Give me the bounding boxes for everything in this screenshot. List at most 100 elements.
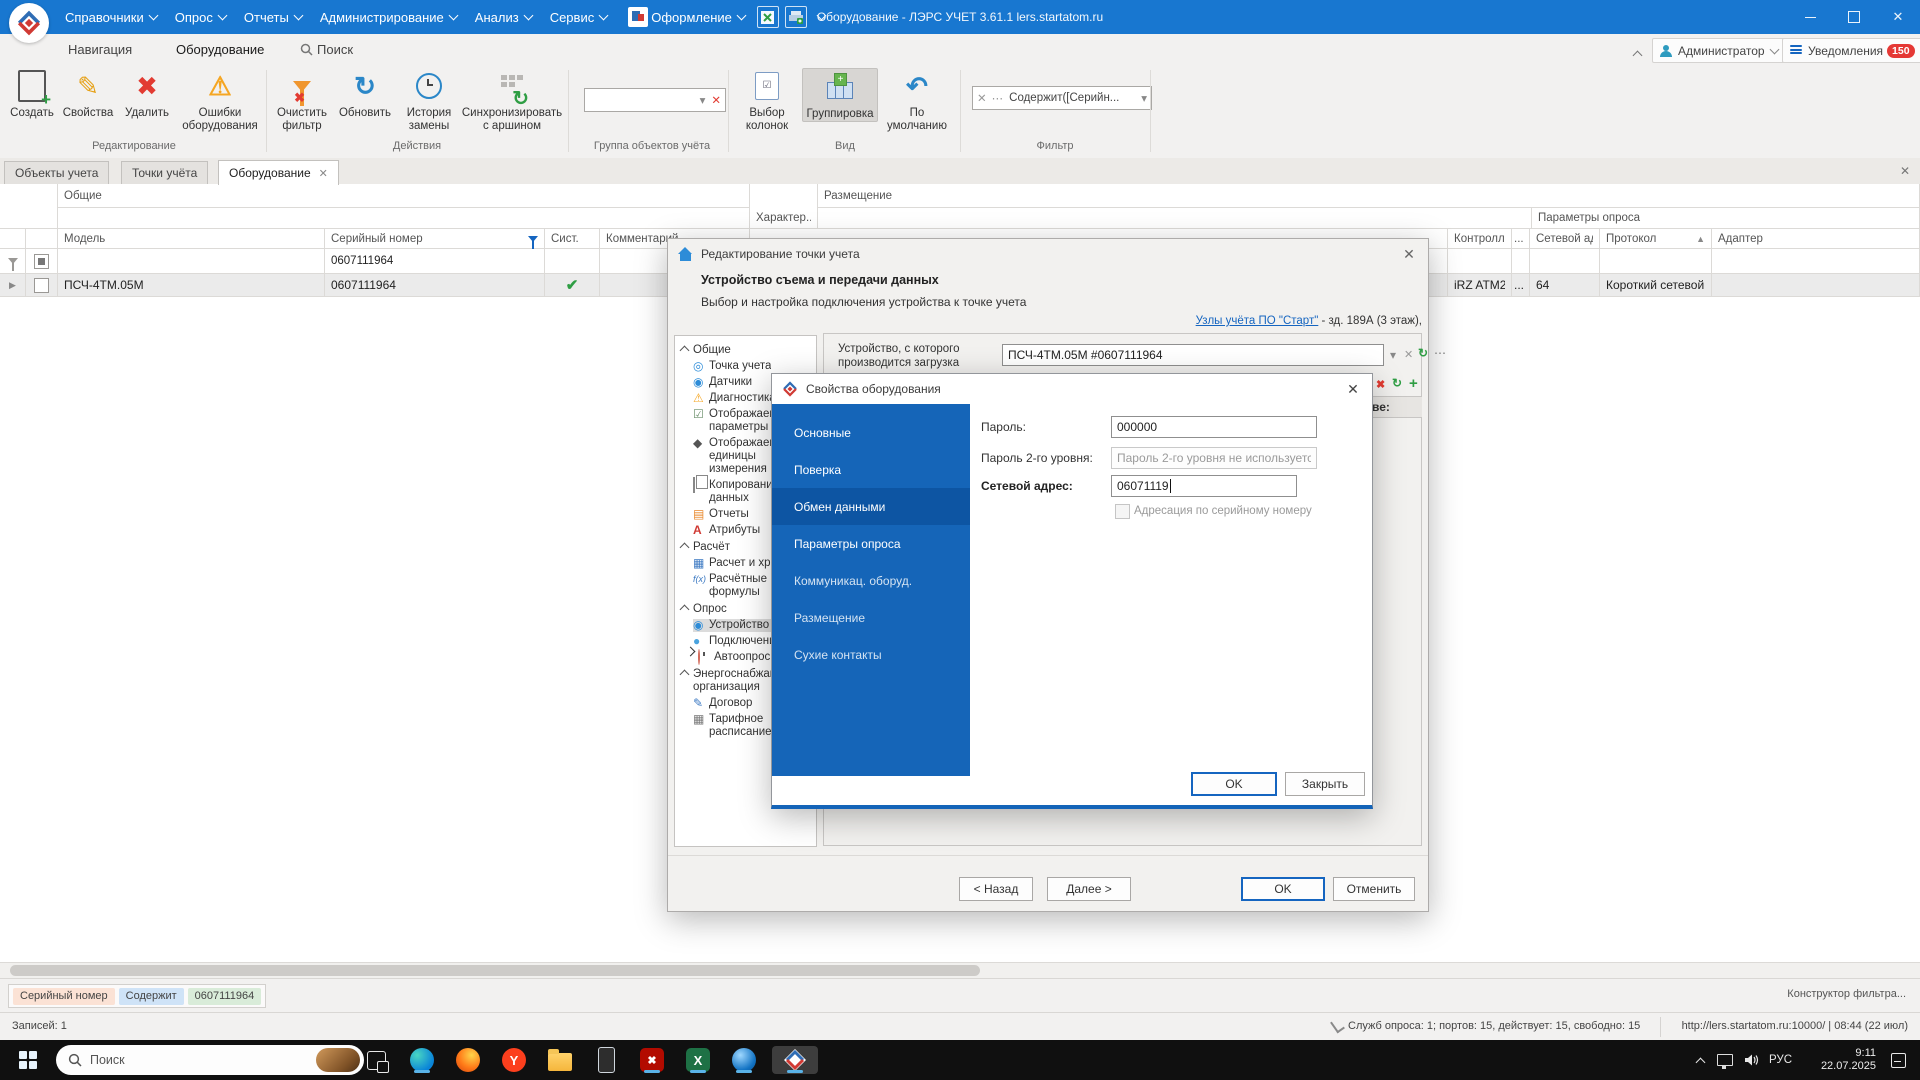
language-indicator[interactable]: РУС bbox=[1764, 1040, 1797, 1080]
header-adapter[interactable]: Адаптер bbox=[1712, 229, 1920, 249]
band-placement[interactable]: Размещение bbox=[818, 184, 1920, 208]
tab-navigation[interactable]: Навигация bbox=[64, 34, 136, 64]
browse-device-icon[interactable]: ⋯ bbox=[1434, 346, 1446, 360]
nav-item-data-exchange[interactable]: Обмен данными bbox=[772, 488, 970, 525]
menu-spravochniki[interactable]: Справочники bbox=[56, 0, 166, 34]
user-menu[interactable]: Администратор bbox=[1652, 38, 1786, 63]
start-button[interactable] bbox=[8, 1046, 48, 1074]
search-highlight-image[interactable] bbox=[316, 1048, 360, 1072]
nav-item-placement[interactable]: Размещение bbox=[772, 599, 970, 636]
password-field[interactable]: 000000 bbox=[1111, 416, 1317, 438]
refresh-icon[interactable]: ↻ bbox=[1392, 376, 1402, 390]
header-model[interactable]: Модель bbox=[58, 229, 325, 249]
nav-item-main[interactable]: Основные bbox=[772, 414, 970, 451]
network-tray-icon[interactable] bbox=[1712, 1040, 1738, 1080]
notifications-button[interactable]: Уведомления 150 bbox=[1782, 38, 1920, 63]
create-button[interactable]: + Создать bbox=[6, 68, 58, 120]
header-serial[interactable]: Серийный номер bbox=[325, 229, 545, 249]
menu-servis[interactable]: Сервис bbox=[541, 0, 617, 34]
filter-row-checkbox[interactable] bbox=[26, 249, 58, 274]
cell-dots[interactable]: ... bbox=[1512, 274, 1530, 297]
reload-device-icon[interactable]: ↻ bbox=[1418, 346, 1428, 360]
close-button[interactable]: ✕ bbox=[1876, 0, 1920, 34]
next-button[interactable]: Далее > bbox=[1047, 877, 1131, 901]
filter-cell-net-address[interactable] bbox=[1530, 249, 1600, 274]
filter-condition-combo[interactable]: ✕ ⋯ Содержит([Серийн... ▾ bbox=[972, 86, 1152, 110]
tree-item-point[interactable]: ◎ Точка учета bbox=[693, 360, 816, 373]
band-poll-params[interactable]: Параметры опроса bbox=[1532, 208, 1920, 229]
band-characteristics[interactable]: Характер... bbox=[750, 184, 818, 229]
nav-item-comm-equipment[interactable]: Коммуникац. оборуд. bbox=[772, 562, 970, 599]
choose-columns-button[interactable]: ☑ Выбор колонок bbox=[736, 68, 798, 132]
volume-tray-icon[interactable] bbox=[1740, 1040, 1764, 1080]
cancel-button[interactable]: Отменить bbox=[1333, 877, 1415, 901]
net-address-field[interactable]: 06071119 bbox=[1111, 475, 1297, 497]
cell-controller[interactable]: iRZ ATM21 #... bbox=[1448, 274, 1512, 297]
taskbar-app-lers[interactable] bbox=[772, 1046, 818, 1074]
close-button[interactable]: Закрыть bbox=[1285, 772, 1365, 796]
tab-equipment[interactable]: Оборудование bbox=[172, 34, 269, 67]
filter-cell-model[interactable] bbox=[58, 249, 325, 274]
sync-arshin-button[interactable]: ↻ Синхронизировать с аршином bbox=[462, 68, 562, 132]
cell-sys[interactable]: ✔ bbox=[545, 274, 600, 297]
filter-chip-value[interactable]: 0607111964 bbox=[187, 987, 262, 1005]
horizontal-scrollbar[interactable] bbox=[0, 962, 1920, 979]
tab-points[interactable]: Точки учёта bbox=[121, 161, 209, 184]
properties-button[interactable]: ✎ Свойства bbox=[60, 68, 116, 120]
node-link[interactable]: Узлы учёта ПО "Старт" bbox=[1196, 315, 1319, 327]
dialog-close-icon[interactable]: ✕ bbox=[1344, 381, 1362, 398]
cell-protocol[interactable]: Короткий сетевой адрес bbox=[1600, 274, 1712, 297]
object-group-combo[interactable]: ▾ ✕ bbox=[584, 88, 726, 112]
band-general[interactable]: Общие bbox=[58, 184, 750, 208]
header-protocol[interactable]: Протокол ▲ bbox=[1600, 229, 1712, 249]
replace-history-button[interactable]: История замены bbox=[398, 68, 460, 132]
equipment-errors-button[interactable]: ⚠ Ошибки оборудования bbox=[178, 68, 262, 132]
filter-cell-controller[interactable] bbox=[1448, 249, 1512, 274]
chevron-down-icon[interactable]: ▾ bbox=[1390, 348, 1396, 362]
ok-button[interactable]: OK bbox=[1241, 877, 1325, 901]
dialog-close-icon[interactable]: ✕ bbox=[1400, 246, 1418, 263]
ribbon-collapse-icon[interactable] bbox=[1632, 50, 1643, 61]
ok-button[interactable]: OK bbox=[1191, 772, 1277, 796]
by-default-button[interactable]: ↶ По умолчанию bbox=[880, 68, 954, 132]
header-dots[interactable]: ... bbox=[1512, 229, 1530, 249]
device-combo[interactable]: ПСЧ-4ТМ.05М #0607111964 bbox=[1002, 344, 1384, 366]
menu-oformlenie[interactable]: Оформление bbox=[616, 0, 754, 34]
tab-close-icon[interactable]: ✕ bbox=[319, 167, 328, 180]
taskbar-app-edge[interactable] bbox=[402, 1046, 442, 1074]
remove-icon[interactable]: ✖ bbox=[1376, 378, 1385, 391]
tree-group-general[interactable]: Общие bbox=[679, 344, 816, 357]
excel-export-icon[interactable] bbox=[756, 6, 779, 28]
header-controller[interactable]: Контроллер... bbox=[1448, 229, 1512, 249]
cell-serial[interactable]: 0607111964 bbox=[325, 274, 545, 297]
delete-button[interactable]: ✖ Удалить bbox=[120, 68, 174, 120]
taskbar-app-explorer[interactable] bbox=[540, 1046, 580, 1074]
filter-cell-adapter[interactable] bbox=[1712, 249, 1920, 274]
taskbar-app-adobe[interactable]: ✖ bbox=[632, 1046, 672, 1074]
scrollbar-thumb[interactable] bbox=[10, 965, 980, 976]
cell-model[interactable]: ПСЧ-4ТМ.05М bbox=[58, 274, 325, 297]
taskbar-app-yandex[interactable]: Y bbox=[494, 1046, 534, 1074]
tab-objects[interactable]: Объекты учета bbox=[4, 161, 110, 184]
nav-item-verification[interactable]: Поверка bbox=[772, 451, 970, 488]
cell-adapter[interactable] bbox=[1712, 274, 1920, 297]
taskbar-search[interactable]: Поиск bbox=[56, 1045, 364, 1075]
filter-chip-column[interactable]: Серийный номер bbox=[13, 987, 115, 1005]
menu-analiz[interactable]: Анализ bbox=[466, 0, 541, 34]
filter-chip-operator[interactable]: Содержит bbox=[118, 987, 184, 1005]
dialog-titlebar[interactable]: Редактирование точки учета bbox=[668, 239, 1428, 269]
task-view-button[interactable] bbox=[356, 1046, 396, 1074]
maximize-button[interactable] bbox=[1832, 0, 1876, 34]
clear-filter-button[interactable]: ✖ Очистить фильтр bbox=[272, 68, 332, 132]
tabstrip-close-icon[interactable]: ✕ bbox=[1900, 164, 1910, 178]
filter-builder-link[interactable]: Конструктор фильтра... bbox=[1787, 988, 1906, 1000]
print-save-icon[interactable] bbox=[784, 6, 807, 28]
taskbar-app-browser[interactable] bbox=[724, 1046, 764, 1074]
filter-active-icon[interactable] bbox=[528, 235, 538, 242]
clear-device-icon[interactable]: ✕ bbox=[1404, 348, 1413, 361]
grouping-button[interactable]: + Группировка bbox=[802, 68, 878, 122]
nav-item-poll-params[interactable]: Параметры опроса bbox=[772, 525, 970, 562]
nav-item-dry-contacts[interactable]: Сухие контакты bbox=[772, 636, 970, 673]
tab-search[interactable]: Поиск bbox=[296, 34, 357, 64]
notification-center-button[interactable] bbox=[1886, 1040, 1911, 1080]
